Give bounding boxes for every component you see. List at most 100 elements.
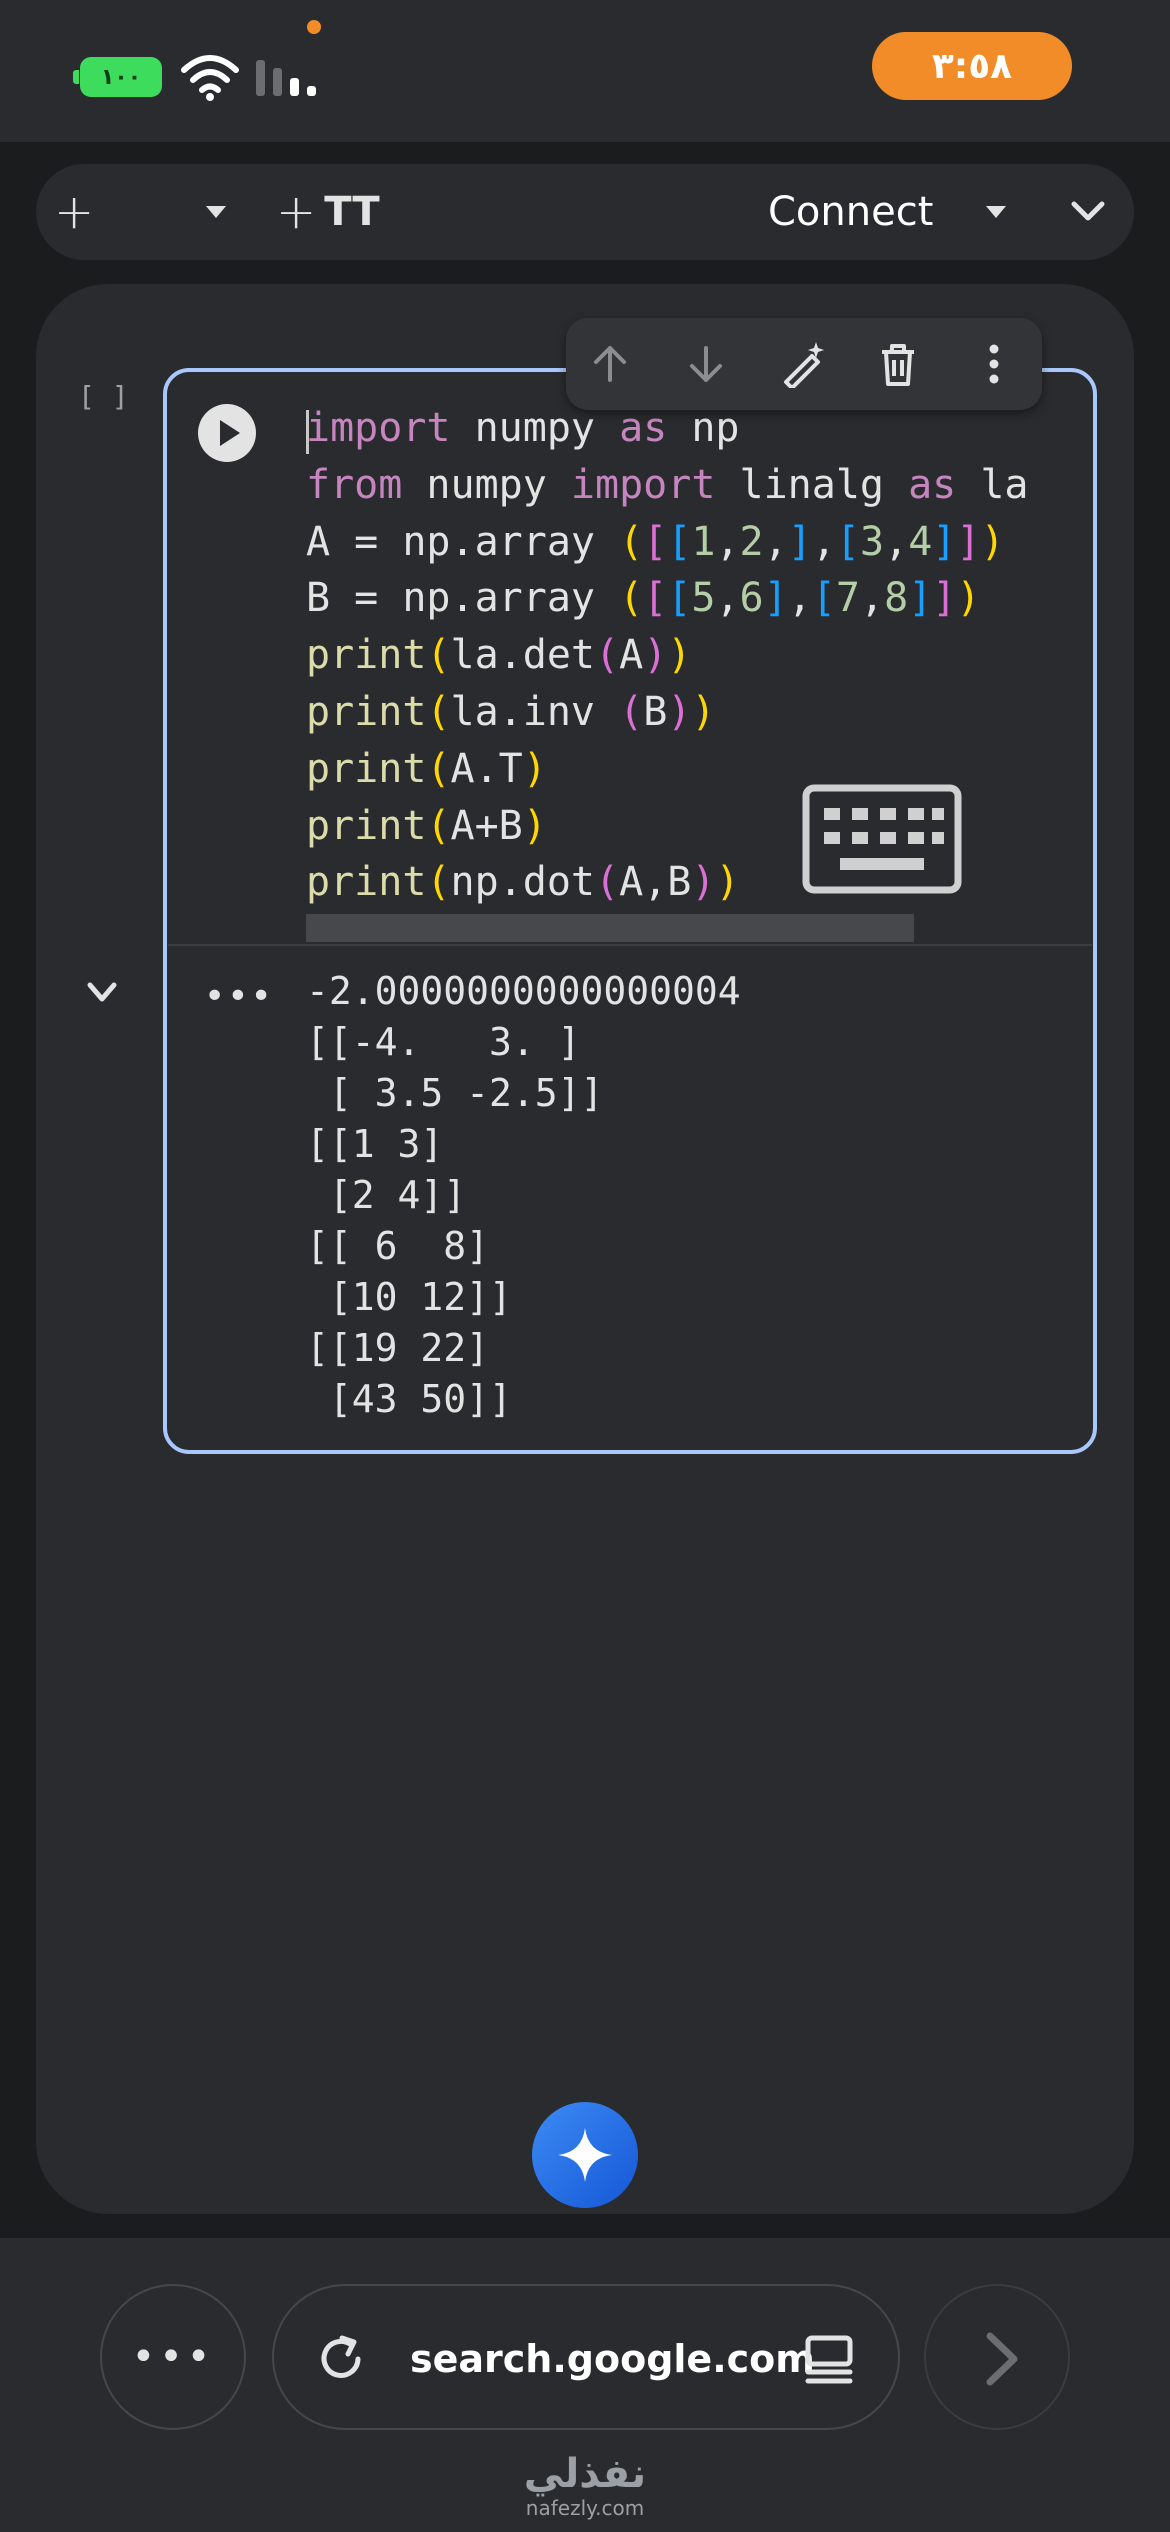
horizontal-scrollbar[interactable] <box>306 914 914 942</box>
add-code-cell-button[interactable]: + <> <box>54 182 410 633</box>
wifi-icon <box>181 55 239 101</box>
code-token: ( <box>595 632 620 679</box>
code-token: ] <box>956 518 981 565</box>
code-token: ) <box>691 688 716 735</box>
code-token: la.det <box>450 632 596 679</box>
code-token: ( <box>426 802 451 849</box>
battery-level: ١٠٠ <box>100 64 142 90</box>
code-token: 1 <box>691 518 716 565</box>
chevron-down-icon[interactable] <box>1066 192 1110 232</box>
move-cell-down-icon[interactable] <box>682 340 730 388</box>
code-token: 8 <box>884 575 909 622</box>
add-text-cell-button[interactable]: + TT <box>276 182 380 242</box>
connect-label: Connect <box>768 189 934 235</box>
code-token: B <box>643 688 668 735</box>
code-token: np <box>667 405 740 451</box>
code-token: ] <box>787 518 812 565</box>
code-token: 6 <box>739 575 764 622</box>
magic-edit-icon[interactable] <box>778 340 826 388</box>
browser-more-button[interactable]: ••• <box>100 2284 246 2430</box>
output-actions-button[interactable]: ••• <box>204 976 274 1017</box>
execution-count: [ ] <box>78 380 129 413</box>
watermark-domain-text: nafezly.com <box>525 2496 645 2520</box>
code-token: ( <box>619 688 644 735</box>
output-line: [ 3.5 -2.5]] <box>306 1071 604 1115</box>
code-token: ) <box>667 632 692 679</box>
code-token: ( <box>595 859 620 906</box>
reload-icon[interactable] <box>314 2332 368 2386</box>
output-line: [2 4]] <box>306 1173 467 1217</box>
code-token: numpy <box>450 405 620 451</box>
code-token: print <box>306 802 427 849</box>
code-token: , <box>763 518 788 565</box>
code-token: from <box>306 461 403 508</box>
forward-button[interactable] <box>924 2284 1070 2430</box>
output-line: [[-4. 3. ] <box>306 1020 581 1064</box>
time-text: ٣:٥٨ <box>931 45 1013 87</box>
output-line: [43 50]] <box>306 1377 512 1421</box>
code-token: , <box>811 518 836 565</box>
code-token: [ <box>835 518 861 565</box>
code-token: A <box>619 632 644 679</box>
output-line: [[19 22] <box>306 1326 490 1370</box>
more-options-vertical-icon[interactable] <box>970 340 1018 388</box>
privacy-indicator-dot <box>307 20 321 34</box>
code-token: print <box>306 632 427 679</box>
code-token: [ <box>667 518 692 565</box>
connect-button[interactable]: Connect <box>768 182 933 242</box>
code-token: [ <box>811 575 836 622</box>
notebook-toolbar: + <> + TT Connect <box>36 164 1134 633</box>
code-token: ) <box>691 859 716 906</box>
output-line: [10 12]] <box>306 1275 512 1319</box>
code-token: ( <box>619 518 644 565</box>
code-token: ) <box>715 859 740 906</box>
code-token: 5 <box>691 575 716 622</box>
cellular-signal-icon <box>256 60 316 96</box>
code-token: , <box>860 575 885 622</box>
code-token: ) <box>522 802 547 849</box>
plus-icon: + <box>276 184 317 240</box>
plus-icon: + <box>54 184 95 240</box>
code-token: numpy <box>402 461 571 508</box>
code-token: 4 <box>908 518 933 565</box>
code-token: 7 <box>835 575 861 622</box>
run-cell-button[interactable] <box>198 404 256 462</box>
add-code-dropdown-caret-icon[interactable] <box>196 194 236 230</box>
cell-output-divider <box>168 944 1092 946</box>
move-cell-up-icon[interactable] <box>586 340 634 388</box>
code-token: 3 <box>860 518 885 565</box>
more-dots-icon: ••• <box>131 2334 215 2380</box>
code-token: np.dot <box>450 859 596 906</box>
output-line: [[1 3] <box>306 1122 444 1166</box>
gemini-assistant-button[interactable] <box>532 2102 638 2208</box>
code-token: ) <box>522 745 547 792</box>
code-token: la <box>956 461 1029 508</box>
code-token: ( <box>426 745 451 792</box>
code-token: ) <box>980 518 1005 565</box>
code-token: 2 <box>739 518 764 565</box>
code-token: , <box>715 575 740 622</box>
desktop-site-icon[interactable] <box>802 2334 856 2386</box>
code-token: [ <box>667 575 692 622</box>
address-bar[interactable]: search.google.com <box>272 2284 900 2430</box>
code-token: ] <box>932 518 957 565</box>
keyboard-toggle-button[interactable] <box>800 780 964 898</box>
output-line: [[ 6 8] <box>306 1224 490 1268</box>
cell-action-toolbar <box>566 318 1042 410</box>
code-token: ( <box>426 688 451 735</box>
cell-output: -2.0000000000000004 [[-4. 3. ] [ 3.5 -2.5… <box>306 966 741 1425</box>
code-token: ( <box>426 859 451 906</box>
code-token: A = np.array <box>306 518 620 565</box>
connect-dropdown-caret-icon[interactable] <box>976 194 1016 230</box>
code-token: linalg <box>715 461 909 508</box>
code-token: A+B <box>450 802 523 849</box>
code-token: as <box>619 405 668 451</box>
collapse-output-chevron-icon[interactable] <box>82 975 122 1011</box>
delete-cell-trash-icon[interactable] <box>874 340 922 388</box>
code-token: [ <box>643 575 668 622</box>
keyboard-icon <box>802 784 962 894</box>
text-cursor <box>306 410 309 454</box>
code-token: ( <box>426 632 451 679</box>
code-token: ) <box>643 632 668 679</box>
code-token: ] <box>763 575 788 622</box>
